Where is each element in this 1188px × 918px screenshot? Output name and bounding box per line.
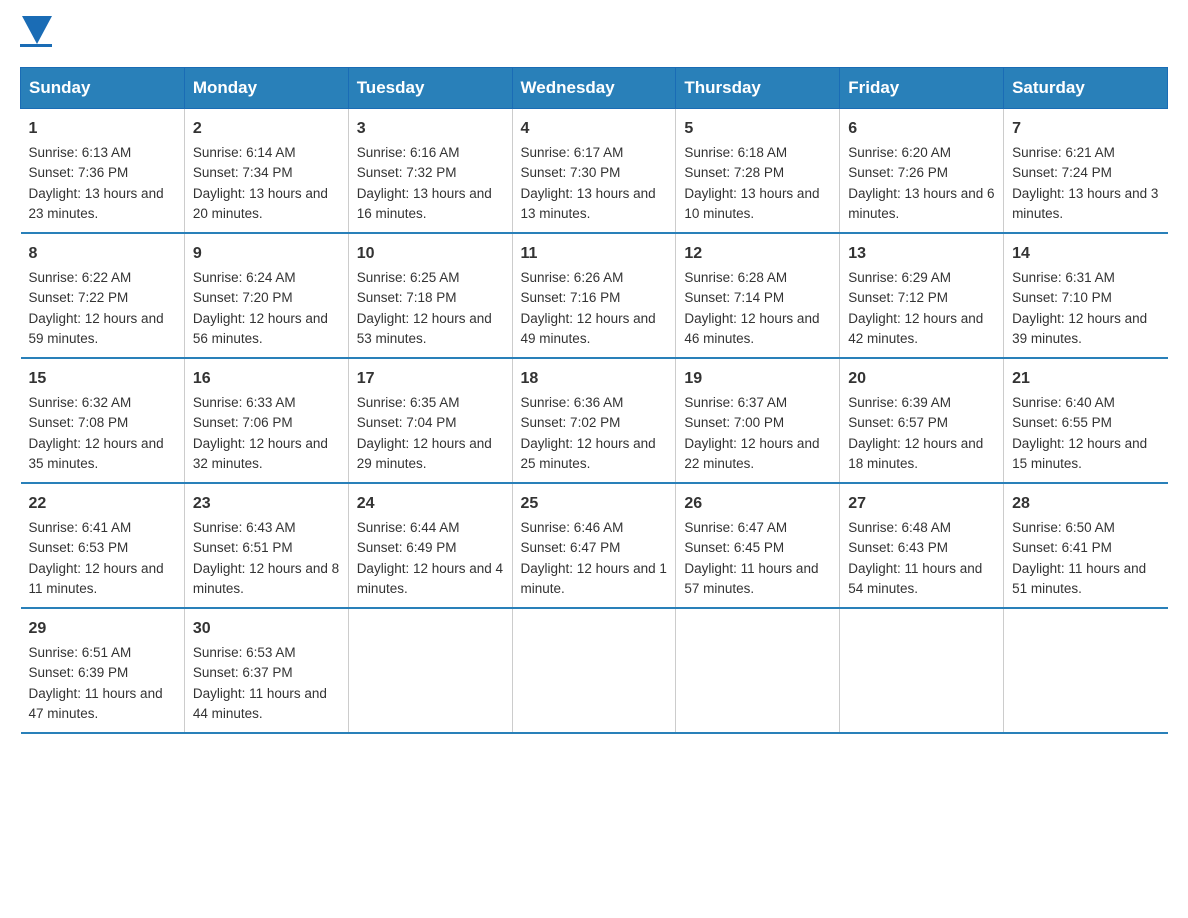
day-number: 16 [193, 367, 340, 391]
calendar-cell: 1Sunrise: 6:13 AMSunset: 7:36 PMDaylight… [21, 109, 185, 234]
calendar-cell: 5Sunrise: 6:18 AMSunset: 7:28 PMDaylight… [676, 109, 840, 234]
day-number: 15 [29, 367, 176, 391]
calendar-cell: 22Sunrise: 6:41 AMSunset: 6:53 PMDayligh… [21, 483, 185, 608]
calendar-week-row: 29Sunrise: 6:51 AMSunset: 6:39 PMDayligh… [21, 608, 1168, 733]
calendar-cell: 28Sunrise: 6:50 AMSunset: 6:41 PMDayligh… [1004, 483, 1168, 608]
calendar-cell: 17Sunrise: 6:35 AMSunset: 7:04 PMDayligh… [348, 358, 512, 483]
day-number: 21 [1012, 367, 1159, 391]
calendar-cell: 8Sunrise: 6:22 AMSunset: 7:22 PMDaylight… [21, 233, 185, 358]
calendar-cell: 7Sunrise: 6:21 AMSunset: 7:24 PMDaylight… [1004, 109, 1168, 234]
calendar-table: SundayMondayTuesdayWednesdayThursdayFrid… [20, 67, 1168, 734]
page-header [20, 20, 1168, 47]
weekday-header: Wednesday [512, 68, 676, 109]
calendar-cell: 21Sunrise: 6:40 AMSunset: 6:55 PMDayligh… [1004, 358, 1168, 483]
calendar-week-row: 8Sunrise: 6:22 AMSunset: 7:22 PMDaylight… [21, 233, 1168, 358]
weekday-header: Friday [840, 68, 1004, 109]
weekday-header: Thursday [676, 68, 840, 109]
day-number: 26 [684, 492, 831, 516]
calendar-cell: 27Sunrise: 6:48 AMSunset: 6:43 PMDayligh… [840, 483, 1004, 608]
day-number: 30 [193, 617, 340, 641]
calendar-cell: 2Sunrise: 6:14 AMSunset: 7:34 PMDaylight… [184, 109, 348, 234]
calendar-cell: 10Sunrise: 6:25 AMSunset: 7:18 PMDayligh… [348, 233, 512, 358]
calendar-cell: 23Sunrise: 6:43 AMSunset: 6:51 PMDayligh… [184, 483, 348, 608]
calendar-cell [348, 608, 512, 733]
weekday-header: Saturday [1004, 68, 1168, 109]
day-number: 14 [1012, 242, 1159, 266]
day-number: 27 [848, 492, 995, 516]
calendar-cell: 6Sunrise: 6:20 AMSunset: 7:26 PMDaylight… [840, 109, 1004, 234]
day-number: 5 [684, 117, 831, 141]
day-number: 3 [357, 117, 504, 141]
calendar-cell: 15Sunrise: 6:32 AMSunset: 7:08 PMDayligh… [21, 358, 185, 483]
calendar-cell [512, 608, 676, 733]
day-number: 12 [684, 242, 831, 266]
logo [20, 20, 52, 47]
day-number: 28 [1012, 492, 1159, 516]
calendar-cell: 18Sunrise: 6:36 AMSunset: 7:02 PMDayligh… [512, 358, 676, 483]
logo-triangle-icon [22, 16, 52, 46]
day-number: 19 [684, 367, 831, 391]
weekday-header: Monday [184, 68, 348, 109]
day-number: 8 [29, 242, 176, 266]
calendar-cell: 25Sunrise: 6:46 AMSunset: 6:47 PMDayligh… [512, 483, 676, 608]
day-number: 17 [357, 367, 504, 391]
day-number: 13 [848, 242, 995, 266]
calendar-cell: 3Sunrise: 6:16 AMSunset: 7:32 PMDaylight… [348, 109, 512, 234]
day-number: 4 [521, 117, 668, 141]
calendar-cell: 4Sunrise: 6:17 AMSunset: 7:30 PMDaylight… [512, 109, 676, 234]
day-number: 9 [193, 242, 340, 266]
day-number: 22 [29, 492, 176, 516]
day-number: 20 [848, 367, 995, 391]
calendar-cell [1004, 608, 1168, 733]
day-number: 7 [1012, 117, 1159, 141]
calendar-cell: 30Sunrise: 6:53 AMSunset: 6:37 PMDayligh… [184, 608, 348, 733]
calendar-cell [840, 608, 1004, 733]
calendar-cell: 26Sunrise: 6:47 AMSunset: 6:45 PMDayligh… [676, 483, 840, 608]
calendar-cell: 24Sunrise: 6:44 AMSunset: 6:49 PMDayligh… [348, 483, 512, 608]
calendar-cell: 11Sunrise: 6:26 AMSunset: 7:16 PMDayligh… [512, 233, 676, 358]
weekday-header: Tuesday [348, 68, 512, 109]
calendar-cell [676, 608, 840, 733]
calendar-cell: 29Sunrise: 6:51 AMSunset: 6:39 PMDayligh… [21, 608, 185, 733]
day-number: 6 [848, 117, 995, 141]
day-number: 11 [521, 242, 668, 266]
day-number: 23 [193, 492, 340, 516]
calendar-cell: 19Sunrise: 6:37 AMSunset: 7:00 PMDayligh… [676, 358, 840, 483]
calendar-week-row: 22Sunrise: 6:41 AMSunset: 6:53 PMDayligh… [21, 483, 1168, 608]
day-number: 24 [357, 492, 504, 516]
weekday-header: Sunday [21, 68, 185, 109]
calendar-cell: 20Sunrise: 6:39 AMSunset: 6:57 PMDayligh… [840, 358, 1004, 483]
day-number: 1 [29, 117, 176, 141]
day-number: 29 [29, 617, 176, 641]
day-number: 10 [357, 242, 504, 266]
calendar-cell: 14Sunrise: 6:31 AMSunset: 7:10 PMDayligh… [1004, 233, 1168, 358]
calendar-cell: 12Sunrise: 6:28 AMSunset: 7:14 PMDayligh… [676, 233, 840, 358]
calendar-week-row: 15Sunrise: 6:32 AMSunset: 7:08 PMDayligh… [21, 358, 1168, 483]
day-number: 18 [521, 367, 668, 391]
calendar-week-row: 1Sunrise: 6:13 AMSunset: 7:36 PMDaylight… [21, 109, 1168, 234]
calendar-cell: 13Sunrise: 6:29 AMSunset: 7:12 PMDayligh… [840, 233, 1004, 358]
calendar-cell: 9Sunrise: 6:24 AMSunset: 7:20 PMDaylight… [184, 233, 348, 358]
day-number: 25 [521, 492, 668, 516]
calendar-cell: 16Sunrise: 6:33 AMSunset: 7:06 PMDayligh… [184, 358, 348, 483]
day-number: 2 [193, 117, 340, 141]
